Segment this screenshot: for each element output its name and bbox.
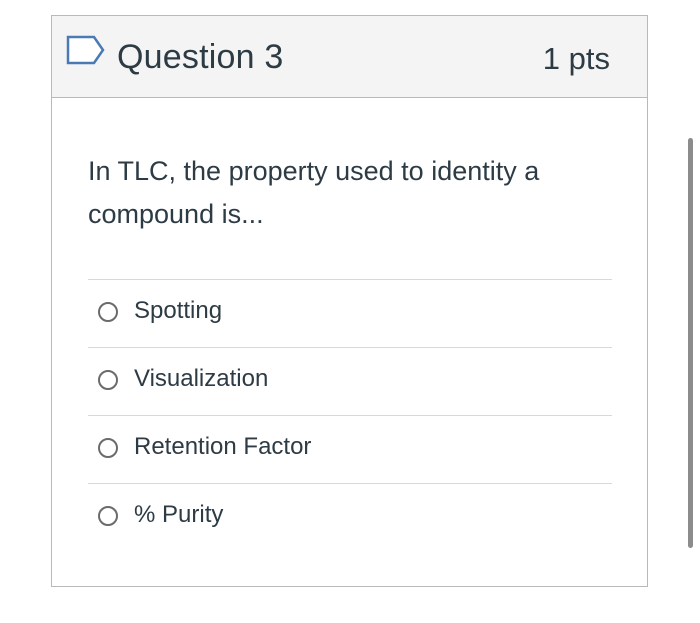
scrollbar[interactable] (688, 138, 693, 548)
flag-outline-icon[interactable] (66, 35, 106, 65)
answer-list: Spotting Visualization Retention Factor … (88, 279, 612, 551)
answer-option-spotting[interactable]: Spotting (88, 279, 612, 347)
radio-button[interactable] (98, 438, 118, 458)
radio-button[interactable] (98, 506, 118, 526)
answer-label[interactable]: Retention Factor (134, 430, 311, 464)
question-points: 1 pts (542, 41, 610, 76)
answer-label[interactable]: Visualization (134, 362, 268, 396)
answer-label[interactable]: Spotting (134, 294, 222, 328)
question-card: Question 3 1 pts In TLC, the property us… (51, 15, 648, 587)
radio-button[interactable] (98, 370, 118, 390)
radio-button[interactable] (98, 302, 118, 322)
answer-option-purity[interactable]: % Purity (88, 483, 612, 551)
answer-option-visualization[interactable]: Visualization (88, 347, 612, 415)
quiz-page: Question 3 1 pts In TLC, the property us… (0, 0, 700, 623)
question-title: Question 3 (117, 38, 284, 76)
answer-label[interactable]: % Purity (134, 498, 223, 532)
answer-option-retention-factor[interactable]: Retention Factor (88, 415, 612, 483)
question-text: In TLC, the property used to identity a … (88, 156, 540, 229)
question-header: Question 3 1 pts (52, 16, 647, 98)
